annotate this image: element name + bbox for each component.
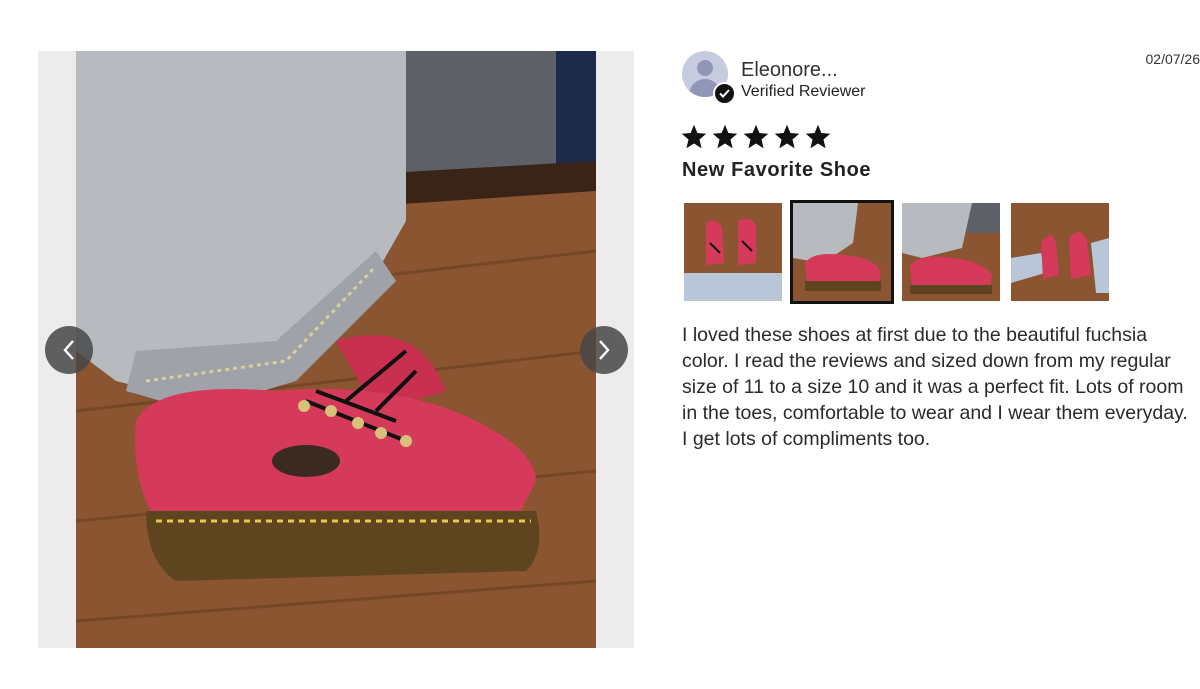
star-icon — [712, 124, 738, 149]
next-photo-button[interactable] — [580, 326, 628, 374]
verified-check-icon — [713, 82, 736, 105]
review-photo-gallery — [38, 51, 634, 648]
avatar-head — [697, 60, 713, 76]
previous-photo-button[interactable] — [45, 326, 93, 374]
review-body: I loved these shoes at first due to the … — [682, 324, 1188, 450]
photo-thumbnail[interactable] — [684, 203, 782, 301]
photo-thumbnail[interactable] — [1011, 203, 1109, 301]
verified-reviewer-label: Verified Reviewer — [741, 83, 866, 100]
star-icon — [805, 124, 831, 149]
review-photo-main[interactable] — [76, 51, 596, 648]
star-icon — [681, 124, 707, 149]
star-icon — [743, 124, 769, 149]
photo-thumbnail[interactable] — [902, 203, 1000, 301]
chevron-left-icon — [63, 340, 74, 360]
review-date: 02/07/26 — [1145, 51, 1200, 67]
reviewer-name: Eleonore... — [741, 59, 838, 81]
review-title: New Favorite Shoe — [682, 159, 872, 181]
shoe-photo-illustration — [76, 51, 596, 648]
photo-thumbnail-active[interactable] — [790, 200, 894, 304]
star-icon — [774, 124, 800, 149]
photo-thumbnails — [684, 200, 1109, 304]
chevron-right-icon — [599, 340, 610, 360]
star-rating — [680, 123, 832, 151]
